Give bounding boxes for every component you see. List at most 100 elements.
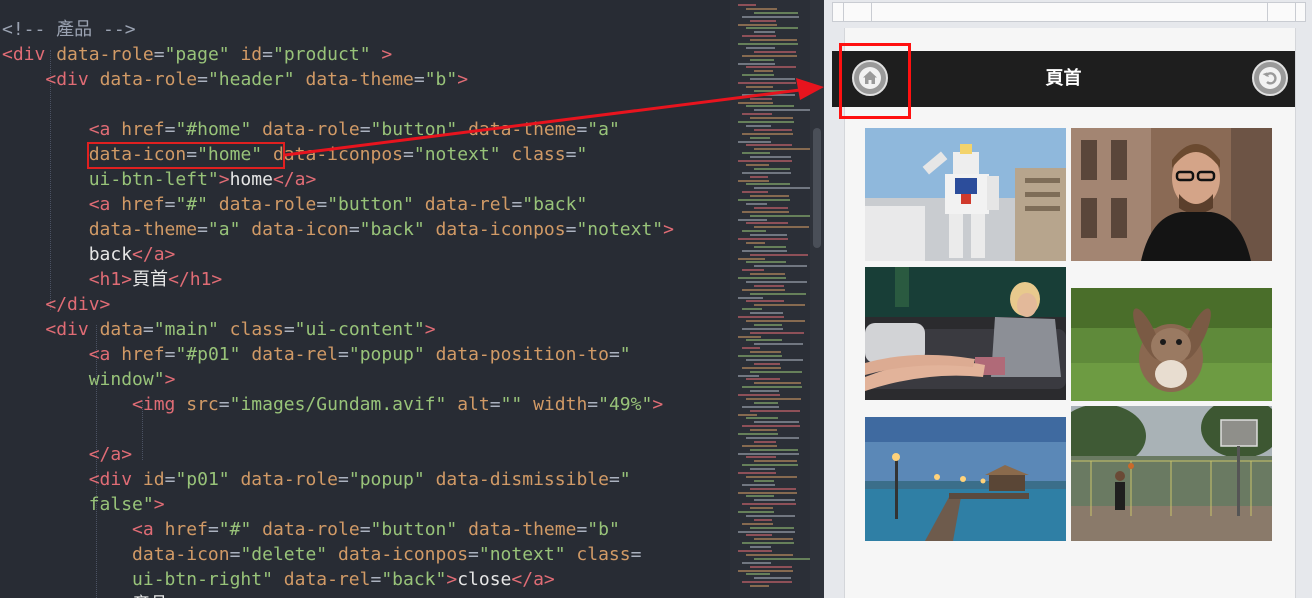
minimap-line <box>750 136 770 139</box>
minimap-line <box>746 573 770 576</box>
rabbit-on-grass-photo[interactable] <box>1071 288 1272 401</box>
minimap-line <box>750 97 772 100</box>
code-token: = <box>359 119 371 140</box>
code-token: class <box>229 319 284 340</box>
code-line[interactable]: <h1>頁首</h1> <box>2 267 674 292</box>
code-line[interactable]: <a href="#" data-role="button" data-them… <box>2 517 674 542</box>
minimap-line <box>754 50 796 53</box>
code-line[interactable]: <a href="#home" data-role="button" data-… <box>2 117 674 142</box>
code-line[interactable]: <img src="images/Gundam.avif" alt="" wid… <box>2 392 674 417</box>
code-line[interactable] <box>2 417 674 442</box>
editor-scrollbar[interactable] <box>810 0 824 598</box>
minimap-line <box>750 273 785 276</box>
code-line[interactable]: data-theme="a" data-icon="back" data-ico… <box>2 217 674 242</box>
minimap-line <box>738 257 765 260</box>
code-line[interactable]: false"> <box>2 492 674 517</box>
minimap-line <box>750 331 804 334</box>
minimap-line <box>754 518 772 521</box>
code-line[interactable]: <a href="#" data-role="button" data-rel=… <box>2 192 674 217</box>
minimap-line <box>738 394 780 396</box>
code-line[interactable]: <div data="main" class="ui-content"> <box>2 317 674 342</box>
minimap-line <box>754 265 807 268</box>
code-line[interactable]: window"> <box>2 367 674 392</box>
code-text[interactable]: <!-- 產品 --> <div data-role="page" id="pro… <box>2 17 674 598</box>
woman-on-phone-sofa-photo[interactable] <box>865 267 1066 400</box>
minimap-line <box>750 390 779 393</box>
minimap-line <box>738 218 767 221</box>
minimap-line <box>742 132 793 135</box>
code-line[interactable]: <div id="p01" data-role="popup" data-dis… <box>2 467 674 492</box>
minimap[interactable] <box>730 0 810 598</box>
code-line[interactable]: <!-- 產品 --> <box>2 17 674 42</box>
minimap-line <box>746 222 788 225</box>
code-token: data-role <box>240 469 339 490</box>
code-token: "button" <box>327 194 414 215</box>
code-token: = <box>576 519 588 540</box>
code-token: > <box>446 569 458 590</box>
code-token: > <box>424 319 436 340</box>
minimap-line <box>742 327 783 330</box>
minimap-line <box>750 351 781 354</box>
minimap-line <box>742 464 798 467</box>
minimap-line <box>738 374 759 377</box>
minimap-line <box>754 577 791 580</box>
code-line[interactable]: <div data-role="page" id="product" > <box>2 42 674 67</box>
home-button-highlight-box <box>839 43 911 119</box>
minimap-line <box>746 300 784 303</box>
minimap-line <box>746 163 769 166</box>
code-line[interactable]: back</a> <box>2 242 674 267</box>
code-line[interactable]: </a> <box>2 442 674 467</box>
code-token: <!-- 產品 --> <box>2 19 136 40</box>
code-line[interactable]: ui-btn-left">home</a> <box>2 167 674 192</box>
code-token: home <box>229 169 273 190</box>
minimap-line <box>742 386 802 389</box>
code-token: "#" <box>218 519 252 540</box>
minimap-line <box>742 366 781 369</box>
code-line[interactable]: 產品 <box>2 592 674 598</box>
minimap-line <box>746 85 773 88</box>
minimap-line <box>750 175 768 178</box>
minimap-line <box>746 534 772 537</box>
code-token: "page" <box>164 44 230 65</box>
scrollbar-thumb[interactable] <box>813 128 821 248</box>
code-editor[interactable]: <!-- 產品 --> <div data-role="page" id="pro… <box>0 0 810 598</box>
code-token: = <box>153 44 165 65</box>
code-line[interactable]: <div data-role="header" data-theme="b"> <box>2 67 674 92</box>
code-token: "main" <box>153 319 219 340</box>
minimap-line <box>750 292 806 295</box>
code-line[interactable]: data-icon="delete" data-iconpos="notext"… <box>2 542 674 567</box>
back-button[interactable] <box>1252 60 1288 96</box>
code-line[interactable]: ui-btn-right" data-rel="back">close</a> <box>2 567 674 592</box>
lake-pier-dusk-photo[interactable] <box>865 417 1066 541</box>
minimap-line <box>742 230 766 233</box>
minimap-line <box>746 456 776 459</box>
man-with-glasses-photo[interactable] <box>1071 128 1272 261</box>
minimap-line <box>750 487 796 490</box>
code-line[interactable]: <a href="#p01" data-rel="popup" data-pos… <box>2 342 674 367</box>
code-token: </a> <box>88 444 133 465</box>
gundam-robot-photo[interactable] <box>865 128 1066 261</box>
minimap-line <box>746 378 780 381</box>
minimap-line <box>750 117 793 120</box>
code-token: data-theme <box>468 519 577 540</box>
minimap-line <box>738 413 757 416</box>
minimap-line <box>754 499 795 502</box>
code-line[interactable]: </div> <box>2 292 674 317</box>
minimap-line <box>742 561 771 564</box>
basketball-court-photo[interactable] <box>1071 406 1272 541</box>
code-line[interactable] <box>2 92 674 117</box>
minimap-line <box>754 479 774 482</box>
minimap-line <box>742 171 791 174</box>
minimap-line <box>742 288 785 291</box>
code-token: "button" <box>370 519 458 540</box>
